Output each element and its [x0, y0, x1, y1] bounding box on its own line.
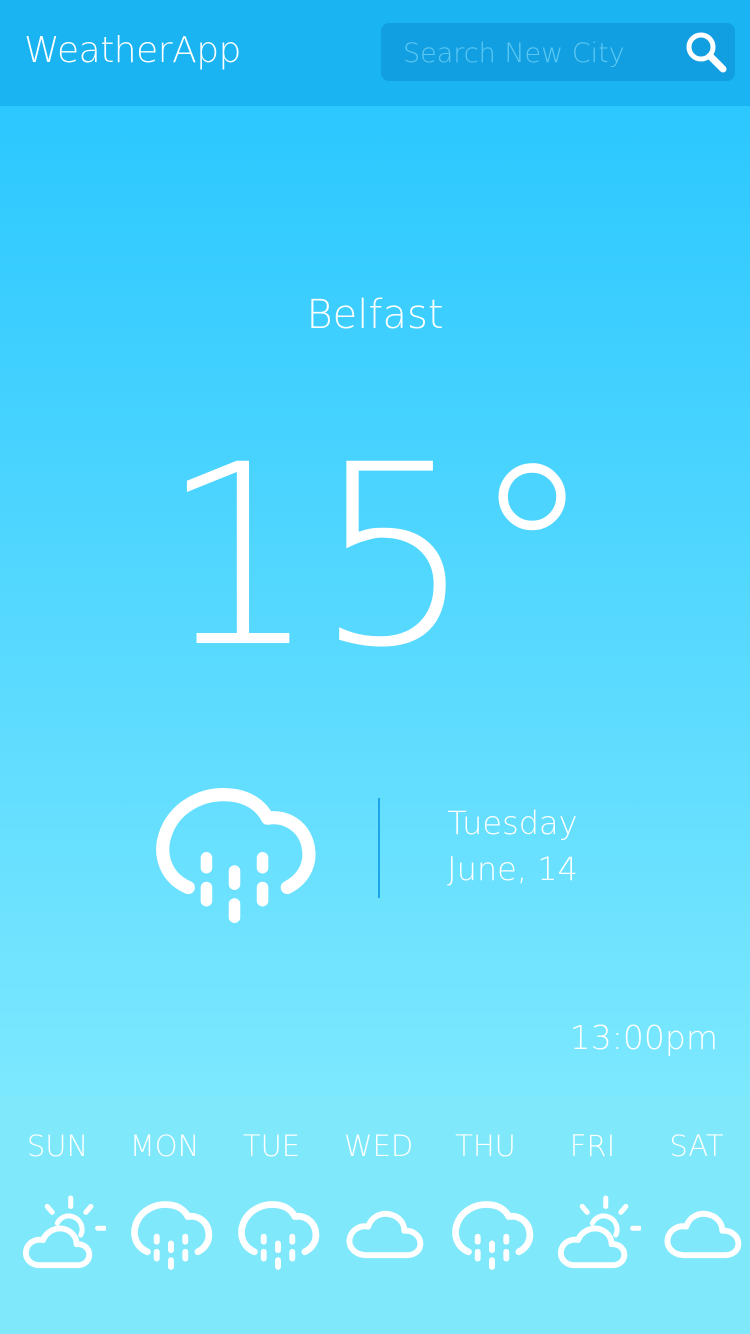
- weekday-label: Tuesday: [447, 804, 578, 842]
- forecast-day[interactable]: SUN: [4, 1097, 111, 1334]
- forecast-day-label: MON: [129, 1129, 200, 1163]
- app-title: WeatherApp: [24, 30, 241, 71]
- partly-cloudy-icon: [22, 1193, 106, 1277]
- date-label: June, 14: [447, 850, 578, 888]
- forecast-day[interactable]: THU: [432, 1097, 539, 1334]
- forecast-day-label: FRI: [569, 1129, 616, 1163]
- forecast-day[interactable]: WED: [325, 1097, 432, 1334]
- forecast-day[interactable]: MON: [111, 1097, 218, 1334]
- search-input[interactable]: [401, 32, 675, 74]
- date-block: Tuesday June, 14: [420, 800, 605, 892]
- rain-cloud-icon: [236, 1193, 320, 1277]
- search-icon: [686, 32, 727, 73]
- header-bar: WeatherApp: [0, 0, 750, 106]
- forecast-day[interactable]: FRI: [539, 1097, 646, 1334]
- weekly-forecast: SUN MON TUE WED THU FRI SAT: [0, 1097, 750, 1334]
- cloud-icon: [343, 1193, 427, 1277]
- rain-cloud-icon: [129, 1193, 213, 1277]
- cloud-icon: [661, 1193, 745, 1277]
- forecast-day-label: WED: [343, 1129, 414, 1163]
- forecast-day-label: SUN: [26, 1129, 89, 1163]
- partly-cloudy-icon: [557, 1193, 641, 1277]
- forecast-day-label: THU: [455, 1129, 516, 1163]
- rain-cloud-icon: [152, 772, 317, 937]
- forecast-day[interactable]: TUE: [218, 1097, 325, 1334]
- forecast-day-label: TUE: [242, 1129, 301, 1163]
- forecast-day-label: SAT: [669, 1129, 724, 1163]
- divider: [378, 798, 380, 898]
- search-box[interactable]: [381, 23, 735, 81]
- rain-cloud-icon: [450, 1193, 534, 1277]
- forecast-day[interactable]: SAT: [643, 1097, 750, 1334]
- time-label: 13:00pm: [569, 1018, 718, 1057]
- current-temperature: 15°: [159, 411, 594, 702]
- search-button[interactable]: [683, 29, 729, 75]
- city-name: Belfast: [306, 292, 444, 338]
